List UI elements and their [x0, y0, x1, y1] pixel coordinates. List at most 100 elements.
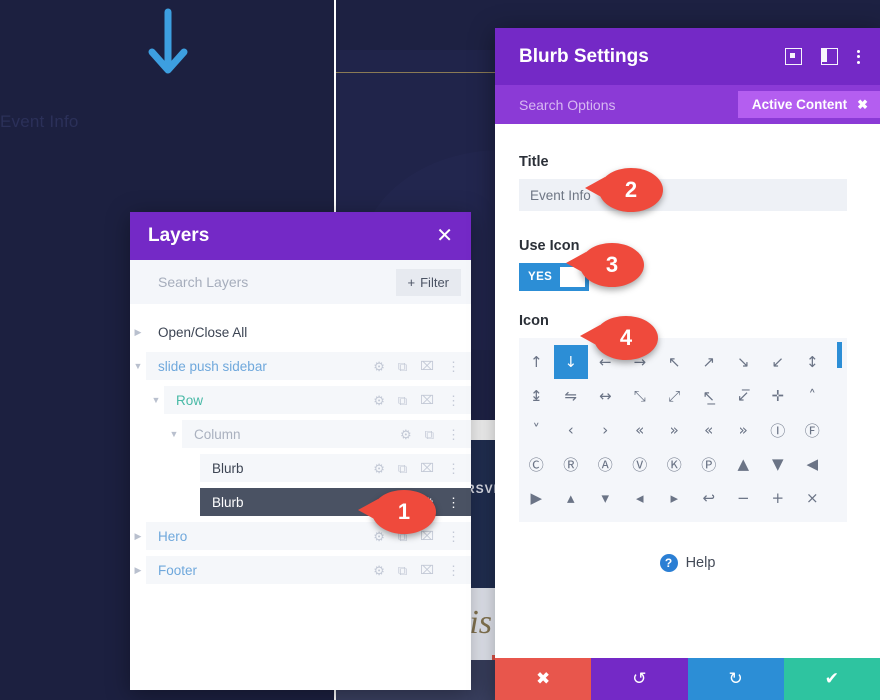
close-icon[interactable]: ✖ [857, 97, 868, 113]
icon-grid-cell[interactable]: ↗ [692, 345, 727, 379]
icon-grid-cell[interactable]: Ⓥ [623, 447, 658, 481]
layer-row[interactable]: ▼ Column ⚙ ⧉ ⋮ [130, 420, 471, 448]
undo-button[interactable]: ↺ [591, 658, 688, 700]
icon-grid-cell[interactable]: ↔ [588, 379, 623, 413]
icon-grid-cell[interactable]: Ⓘ [761, 413, 796, 447]
icon-grid-cell[interactable]: ▸ [657, 481, 692, 515]
icon-grid-cell[interactable]: ˅ [519, 413, 554, 447]
cancel-button[interactable]: ✖ [495, 658, 592, 700]
icon-grid-cell[interactable]: Ⓕ [795, 413, 830, 447]
trash-icon[interactable]: ⌧ [420, 360, 434, 372]
icon-grid-cell[interactable]: ↙ [761, 345, 796, 379]
chevron-right-icon[interactable]: ▶ [130, 531, 146, 542]
icon-grid-cell[interactable]: − [726, 481, 761, 515]
gear-icon[interactable]: ⚙ [373, 462, 385, 475]
icon-field-label: Icon [519, 313, 549, 329]
icon-grid-scrollbar[interactable] [837, 342, 842, 368]
icon-grid-cell[interactable]: › [588, 413, 623, 447]
duplicate-icon[interactable]: ⧉ [425, 428, 434, 441]
active-content-badge[interactable]: Active Content ✖ [737, 91, 880, 118]
layer-row[interactable]: Blurb ⚙ ⧉ ⌧ ⋮ [130, 454, 471, 482]
duplicate-icon[interactable]: ⧉ [398, 394, 407, 407]
icon-grid-cell[interactable]: × [795, 481, 830, 515]
icon-grid-cell[interactable]: ▼ [761, 447, 796, 481]
icon-grid-cell[interactable]: Ⓐ [588, 447, 623, 481]
gear-icon[interactable]: ⚙ [373, 564, 385, 577]
icon-grid-cell[interactable]: « [623, 413, 658, 447]
trash-icon[interactable]: ⌧ [420, 394, 434, 406]
kebab-menu-icon[interactable]: ⋮ [447, 360, 460, 373]
open-close-all-row[interactable]: ▶ Open/Close All [130, 318, 471, 346]
icon-grid-cell[interactable]: ▲ [726, 447, 761, 481]
kebab-menu-icon[interactable]: ⋮ [447, 564, 460, 577]
duplicate-icon[interactable]: ⧉ [398, 360, 407, 373]
kebab-menu-icon[interactable] [857, 49, 860, 64]
icon-grid-cell[interactable]: ⤡ [623, 379, 658, 413]
filter-button[interactable]: + Filter [395, 268, 461, 296]
icon-grid-cell[interactable]: » [657, 413, 692, 447]
kebab-menu-icon[interactable]: ⋮ [447, 428, 460, 441]
chevron-down-icon[interactable]: ▼ [148, 395, 164, 405]
icon-grid-cell[interactable]: ✛ [761, 379, 796, 413]
icon-grid-cell[interactable]: Ⓚ [657, 447, 692, 481]
icon-grid-cell[interactable]: ↖̲ [692, 379, 727, 413]
icon-grid-row: ↑ ↓ ← → ↖ ↗ ↘ ↙ ↕ [519, 345, 847, 379]
icon-grid-cell[interactable]: + [761, 481, 796, 515]
trash-icon[interactable]: ⌧ [420, 530, 434, 542]
kebab-menu-icon[interactable]: ⋮ [447, 462, 460, 475]
gear-icon[interactable]: ⚙ [373, 360, 385, 373]
icon-grid-cell[interactable]: ‹ [554, 413, 589, 447]
icon-grid-cell[interactable]: ◀ [795, 447, 830, 481]
settings-body: Title Event Info Use Icon YES Icon ↑ ↓ ← → ↖… [495, 124, 880, 572]
redo-button[interactable]: ↻ [687, 658, 784, 700]
icon-grid-cell[interactable]: ↑ [519, 345, 554, 379]
icon-grid-cell[interactable]: ↙̅ [726, 379, 761, 413]
icon-grid-cell[interactable]: ↕ [795, 345, 830, 379]
chevron-down-icon[interactable]: ▼ [130, 361, 146, 371]
icon-grid-cell[interactable]: ↓ [553, 345, 588, 379]
callout-1: 1 [358, 490, 436, 534]
kebab-menu-icon[interactable]: ⋮ [447, 394, 460, 407]
icon-grid-cell[interactable]: ⤢ [657, 379, 692, 413]
kebab-menu-icon[interactable]: ⋮ [447, 530, 460, 543]
icon-grid-cell[interactable]: ˄ [795, 379, 830, 413]
help-link[interactable]: ? Help [519, 554, 856, 572]
icon-grid-cell[interactable]: ▴ [554, 481, 589, 515]
settings-footer: ✖ ↺ ↻ ✔ [495, 658, 880, 700]
gear-icon[interactable]: ⚙ [373, 394, 385, 407]
chevron-down-icon[interactable]: ▼ [166, 429, 182, 439]
trash-icon[interactable]: ⌧ [420, 462, 434, 474]
icon-grid-cell[interactable]: ◂ [623, 481, 658, 515]
icon-grid-cell[interactable]: ↨ [519, 379, 554, 413]
kebab-menu-icon[interactable]: ⋮ [447, 496, 460, 509]
icon-grid-cell[interactable]: Ⓡ [554, 447, 589, 481]
icon-grid-cell[interactable]: ▶ [519, 481, 554, 515]
icon-grid-cell[interactable]: ↘ [726, 345, 761, 379]
panel-layout-icon[interactable] [821, 48, 838, 65]
title-input[interactable]: Event Info [519, 179, 847, 211]
close-icon[interactable]: ✕ [436, 226, 453, 246]
layer-row[interactable]: ▶ Footer ⚙ ⧉ ⌧ ⋮ [130, 556, 471, 584]
chevron-right-icon[interactable]: ▶ [130, 327, 146, 338]
save-button[interactable]: ✔ [783, 658, 880, 700]
gear-icon[interactable]: ⚙ [400, 428, 412, 441]
duplicate-icon[interactable]: ⧉ [398, 462, 407, 475]
icon-grid-cell[interactable]: Ⓟ [692, 447, 727, 481]
icon-grid-cell[interactable]: ↖ [657, 345, 692, 379]
icon-grid-cell[interactable]: ▾ [588, 481, 623, 515]
icon-grid-cell[interactable]: ↩ [692, 481, 727, 515]
icon-grid-cell[interactable]: Ⓒ [519, 447, 554, 481]
duplicate-icon[interactable]: ⧉ [398, 564, 407, 577]
icon-grid-cell[interactable]: « [692, 413, 727, 447]
gear-icon[interactable]: ⚙ [373, 530, 385, 543]
trash-icon[interactable]: ⌧ [420, 564, 434, 576]
search-options-placeholder[interactable]: Search Options [519, 97, 616, 113]
chevron-right-icon[interactable]: ▶ [130, 565, 146, 576]
settings-header: Blurb Settings [495, 28, 880, 85]
layer-row[interactable]: ▼ Row ⚙ ⧉ ⌧ ⋮ [130, 386, 471, 414]
target-icon[interactable] [785, 48, 802, 65]
icon-grid-cell[interactable]: » [726, 413, 761, 447]
search-layers-input[interactable] [158, 274, 378, 290]
icon-grid-cell[interactable]: ⇋ [554, 379, 589, 413]
layer-row[interactable]: ▼ slide push sidebar ⚙ ⧉ ⌧ ⋮ [130, 352, 471, 380]
